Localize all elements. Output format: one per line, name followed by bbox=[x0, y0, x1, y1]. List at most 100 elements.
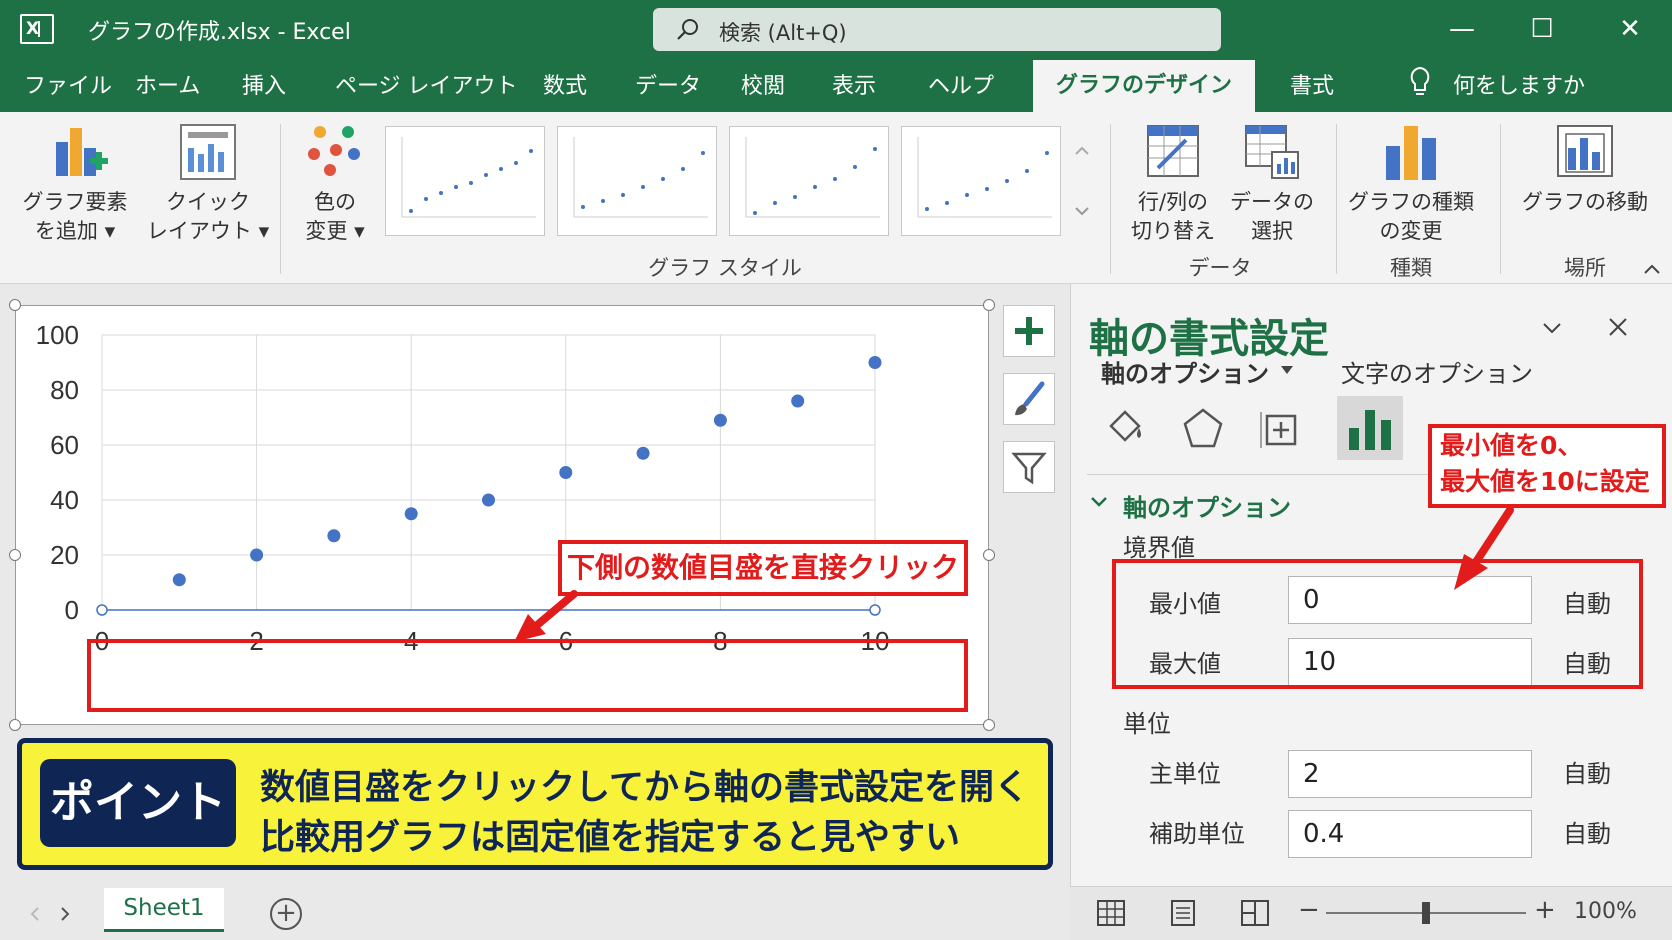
minor-unit-input[interactable]: 0.4 bbox=[1288, 810, 1532, 858]
title-bar: X グラフの作成.xlsx - Excel 検索 (Alt+Q) — ☐ ✕ bbox=[0, 0, 1672, 58]
data-point bbox=[404, 507, 418, 521]
axis-click-callout: 下側の数値目盛を直接クリック bbox=[558, 540, 968, 596]
zoom-level[interactable]: 100% bbox=[1574, 899, 1637, 924]
chart-style-3[interactable] bbox=[729, 126, 889, 236]
y-tick-label: 100 bbox=[36, 320, 79, 350]
filter-icon bbox=[1011, 452, 1047, 485]
switch-row-column-button[interactable]: 行/列の 切り替え bbox=[1122, 120, 1224, 250]
chart-style-2[interactable] bbox=[557, 126, 717, 236]
normal-view-icon[interactable] bbox=[1096, 899, 1126, 927]
chart-style-4-preview bbox=[917, 137, 1052, 218]
major-unit-input[interactable]: 2 bbox=[1288, 750, 1532, 798]
section-collapse-icon[interactable] bbox=[1089, 494, 1109, 510]
minimize-button[interactable]: — bbox=[1444, 12, 1480, 46]
chevron-down-icon[interactable] bbox=[1541, 320, 1563, 336]
callout-arrow-1 bbox=[514, 590, 578, 642]
tab-formulas[interactable]: 数式 bbox=[543, 68, 587, 100]
page-break-view-icon[interactable] bbox=[1240, 899, 1270, 927]
quick-layout-button[interactable]: クイック レイアウト ▾ bbox=[146, 120, 270, 250]
tab-help[interactable]: ヘルプ bbox=[928, 68, 994, 100]
ribbon-separator bbox=[280, 124, 281, 274]
tab-data[interactable]: データ bbox=[635, 68, 701, 100]
axis-options-icon-tab[interactable] bbox=[1337, 396, 1403, 460]
page-layout-view-icon[interactable] bbox=[1168, 899, 1198, 927]
chart-style-1[interactable] bbox=[385, 126, 545, 236]
close-button[interactable]: ✕ bbox=[1612, 12, 1648, 46]
resize-handle[interactable] bbox=[983, 299, 995, 311]
select-data-icon bbox=[1245, 125, 1299, 179]
tab-review[interactable]: 校閲 bbox=[741, 68, 785, 100]
y-tick-label: 0 bbox=[65, 595, 79, 625]
resize-handle[interactable] bbox=[983, 719, 995, 731]
fill-line-icon[interactable] bbox=[1101, 404, 1149, 452]
ribbon-separator bbox=[1336, 124, 1337, 274]
tab-home[interactable]: ホーム bbox=[135, 68, 200, 100]
major-unit-auto-button[interactable]: 自動 bbox=[1563, 754, 1611, 789]
sheet-tab-sheet1[interactable]: Sheet1 bbox=[104, 888, 224, 932]
resize-handle[interactable] bbox=[9, 299, 21, 311]
select-data-button[interactable]: データの 選択 bbox=[1226, 120, 1318, 250]
data-point bbox=[868, 356, 882, 369]
tab-chart-design[interactable]: グラフのデザイン bbox=[1033, 60, 1255, 112]
data-point bbox=[791, 394, 805, 408]
chart-styles-button[interactable] bbox=[1003, 373, 1055, 425]
zoom-slider[interactable] bbox=[1326, 902, 1526, 924]
tab-page-layout[interactable]: ページ レイアウト bbox=[335, 68, 518, 100]
data-point bbox=[327, 529, 341, 543]
chart-filters-button[interactable] bbox=[1003, 441, 1055, 493]
switch-row-column-label-1: 行/列の bbox=[1137, 190, 1209, 214]
chart-style-4[interactable] bbox=[901, 126, 1061, 236]
maximize-button[interactable]: ☐ bbox=[1524, 12, 1560, 46]
quick-layout-icon bbox=[180, 124, 236, 180]
add-chart-element-icon bbox=[56, 128, 108, 176]
tab-axis-options[interactable]: 軸のオプション bbox=[1101, 354, 1269, 389]
point-banner: ポイント 数値目盛をクリックしてから軸の書式設定を開く 比較用グラフは固定値を指… bbox=[17, 738, 1053, 870]
y-tick-label: 40 bbox=[50, 485, 79, 515]
scroll-right-icon[interactable] bbox=[58, 904, 72, 924]
effects-icon[interactable] bbox=[1179, 404, 1227, 452]
minor-unit-auto-button[interactable]: 自動 bbox=[1563, 814, 1611, 849]
zoom-out-button[interactable]: − bbox=[1298, 895, 1320, 925]
paintbrush-icon bbox=[1015, 381, 1045, 416]
tab-text-options[interactable]: 文字のオプション bbox=[1341, 354, 1533, 389]
zoom-slider-thumb[interactable] bbox=[1422, 902, 1430, 924]
tab-view[interactable]: 表示 bbox=[832, 68, 876, 100]
tab-insert[interactable]: 挿入 bbox=[242, 68, 286, 100]
tell-me-search[interactable]: 何をしますか bbox=[1453, 68, 1585, 100]
caret-down-icon[interactable] bbox=[1279, 364, 1295, 376]
ribbon-separator bbox=[1500, 124, 1501, 274]
data-point bbox=[482, 493, 495, 507]
major-unit-label: 主単位 bbox=[1149, 760, 1221, 788]
point-label: ポイント bbox=[40, 759, 236, 847]
tab-format[interactable]: 書式 bbox=[1290, 68, 1334, 100]
plus-icon bbox=[1015, 317, 1043, 345]
chart-elements-button[interactable] bbox=[1003, 305, 1055, 357]
data-point bbox=[636, 446, 650, 460]
lightbulb-icon bbox=[1410, 66, 1430, 95]
scroll-left-icon[interactable] bbox=[28, 904, 42, 924]
add-sheet-button[interactable]: + bbox=[270, 898, 302, 930]
size-properties-icon[interactable] bbox=[1257, 404, 1305, 452]
move-chart-button[interactable]: グラフの移動 bbox=[1510, 120, 1660, 250]
collapse-ribbon-icon[interactable] bbox=[1642, 262, 1662, 276]
search-box[interactable]: 検索 (Alt+Q) bbox=[653, 8, 1221, 51]
bounds-highlight-box bbox=[1112, 559, 1643, 689]
type-group-label: 種類 bbox=[1390, 256, 1432, 280]
units-label: 単位 bbox=[1123, 710, 1171, 738]
select-data-label-2: 選択 bbox=[1251, 219, 1293, 243]
data-point bbox=[713, 413, 727, 427]
format-axis-pane: 軸の書式設定 軸のオプション 文字のオプション 軸のオプション 境界値 最小値 … bbox=[1070, 284, 1672, 886]
zoom-in-button[interactable]: + bbox=[1534, 895, 1556, 925]
gallery-scroll-icon[interactable] bbox=[1072, 138, 1092, 228]
add-chart-element-button[interactable]: グラフ要素 を追加 ▾ bbox=[20, 120, 130, 250]
resize-handle[interactable] bbox=[9, 719, 21, 731]
section-axis-options[interactable]: 軸のオプション bbox=[1123, 488, 1291, 523]
tab-file[interactable]: ファイル bbox=[24, 68, 112, 100]
change-chart-type-button[interactable]: グラフの種類 の変更 bbox=[1346, 120, 1476, 250]
close-icon[interactable] bbox=[1607, 316, 1629, 338]
move-chart-label: グラフの移動 bbox=[1522, 190, 1648, 214]
data-point bbox=[559, 466, 573, 479]
resize-handle[interactable] bbox=[9, 549, 21, 561]
resize-handle[interactable] bbox=[983, 549, 995, 561]
change-colors-button[interactable]: 色の 変更 ▾ bbox=[290, 120, 380, 250]
